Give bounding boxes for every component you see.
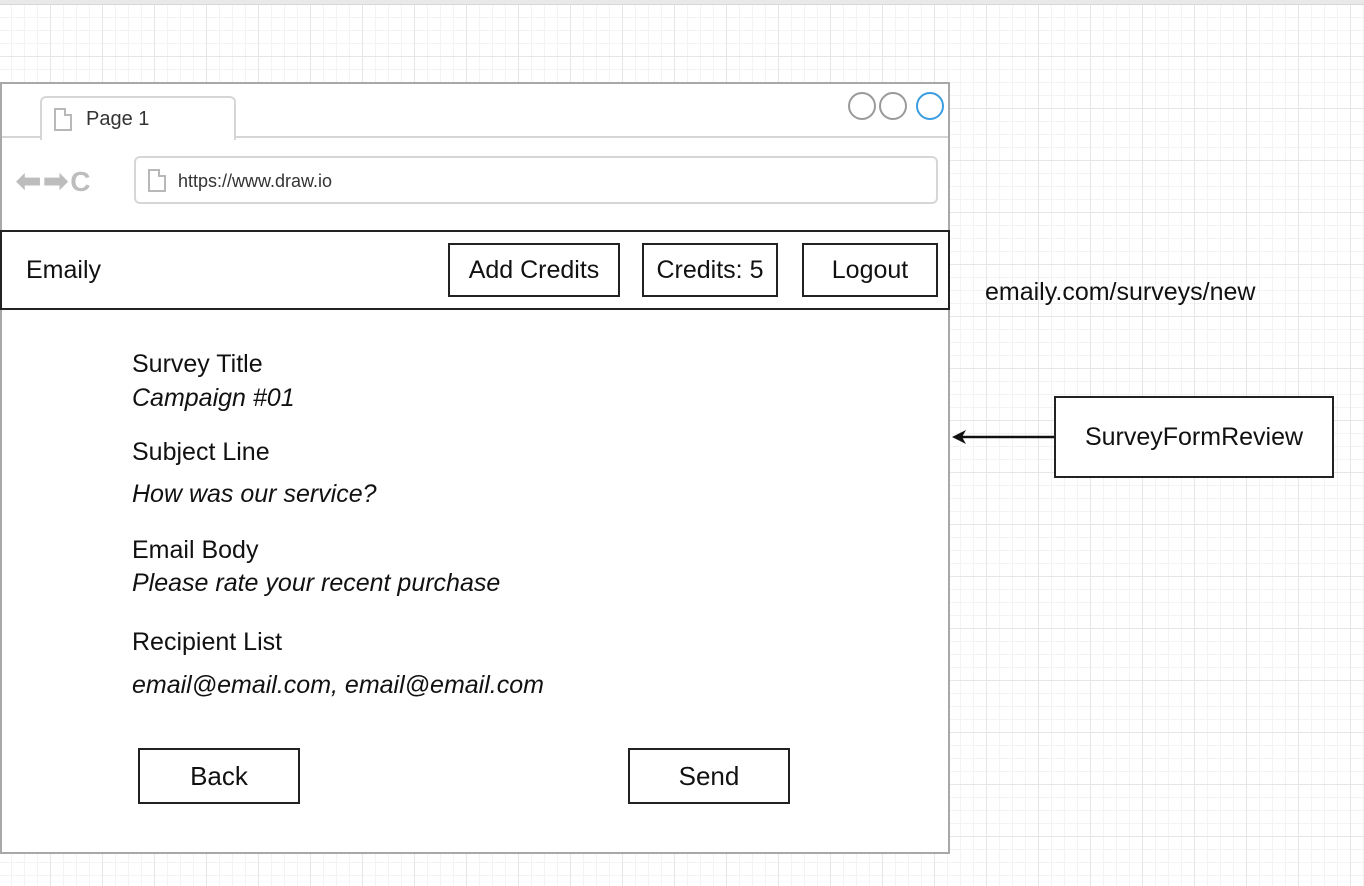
subject-line-value: How was our service? (132, 480, 377, 508)
refresh-icon[interactable]: C (70, 168, 92, 196)
add-credits-button[interactable]: Add Credits (448, 243, 620, 297)
canvas-top-bar (0, 0, 1364, 5)
page-icon (54, 108, 72, 131)
browser-nav-icons: ⬅➡C (16, 167, 93, 197)
brand-logo-text[interactable]: Emaily (26, 256, 101, 285)
survey-title-label: Survey Title (132, 350, 263, 378)
tab-strip: Page 1 (2, 84, 948, 140)
arrow-icon (952, 430, 1054, 444)
window-button-circle-3[interactable] (916, 92, 944, 120)
tab-label: Page 1 (86, 108, 150, 130)
window-button-circle-2[interactable] (879, 92, 907, 120)
back-arrow-icon[interactable]: ⬅ (16, 167, 43, 197)
window-button-circle-1[interactable] (848, 92, 876, 120)
recipient-list-value: email@email.com, email@email.com (132, 671, 544, 699)
send-button[interactable]: Send (628, 748, 790, 804)
component-annotation-box: SurveyFormReview (1054, 396, 1334, 478)
subject-line-label: Subject Line (132, 438, 270, 466)
browser-window-mockup: Page 1 ⬅➡C https://www.draw.io Emaily Ad… (0, 82, 950, 854)
logout-button[interactable]: Logout (802, 243, 938, 297)
survey-title-value: Campaign #01 (132, 384, 295, 412)
back-button[interactable]: Back (138, 748, 300, 804)
url-text: https://www.draw.io (178, 171, 333, 191)
email-body-value: Please rate your recent purchase (132, 569, 501, 597)
email-body-label: Email Body (132, 536, 259, 564)
browser-tab[interactable]: Page 1 (40, 96, 236, 140)
forward-arrow-icon[interactable]: ➡ (43, 167, 70, 197)
page-icon (148, 169, 166, 192)
credits-badge: Credits: 5 (642, 243, 778, 297)
recipient-list-label: Recipient List (132, 628, 283, 656)
route-annotation: emaily.com/surveys/new (985, 278, 1256, 306)
address-bar[interactable]: https://www.draw.io (134, 156, 938, 204)
app-navbar: Emaily Add Credits Credits: 5 Logout (0, 230, 950, 310)
